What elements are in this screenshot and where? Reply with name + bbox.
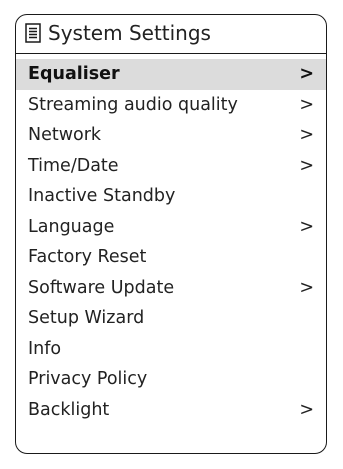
menu-item-time-date[interactable]: Time/Date > bbox=[16, 151, 326, 182]
screen-header: System Settings bbox=[16, 15, 326, 54]
menu-item-label: Software Update bbox=[28, 277, 175, 298]
menu-item-network[interactable]: Network > bbox=[16, 120, 326, 151]
submenu-arrow-icon: > bbox=[299, 64, 314, 84]
submenu-arrow-icon: > bbox=[299, 277, 314, 298]
menu-item-setup-wizard[interactable]: Setup Wizard bbox=[16, 303, 326, 334]
menu-item-label: Setup Wizard bbox=[28, 308, 145, 328]
menu-item-language[interactable]: Language > bbox=[16, 212, 326, 243]
menu-item-factory-reset[interactable]: Factory Reset bbox=[16, 242, 326, 273]
menu-item-label: Streaming audio quality bbox=[28, 94, 238, 115]
menu-item-label: Language bbox=[28, 216, 115, 237]
submenu-arrow-icon: > bbox=[299, 399, 314, 420]
menu-item-privacy-policy[interactable]: Privacy Policy bbox=[16, 364, 326, 395]
menu-item-equaliser[interactable]: Equaliser > bbox=[16, 59, 326, 90]
menu-item-label: Info bbox=[28, 338, 62, 359]
menu-item-label: Equaliser bbox=[28, 64, 120, 84]
submenu-arrow-icon: > bbox=[299, 125, 314, 145]
menu-item-label: Time/Date bbox=[28, 155, 119, 176]
menu-item-info[interactable]: Info bbox=[16, 334, 326, 365]
submenu-arrow-icon: > bbox=[299, 94, 314, 115]
menu-item-backlight[interactable]: Backlight > bbox=[16, 395, 326, 426]
page-title: System Settings bbox=[48, 21, 211, 45]
menu-item-label: Factory Reset bbox=[28, 247, 147, 267]
list-document-icon bbox=[25, 23, 41, 43]
display-frame: System Settings Equaliser > Streaming au… bbox=[15, 14, 327, 454]
menu-item-label: Network bbox=[28, 125, 102, 145]
menu-item-streaming-audio-quality[interactable]: Streaming audio quality > bbox=[16, 90, 326, 121]
menu-item-inactive-standby[interactable]: Inactive Standby bbox=[16, 181, 326, 212]
menu-item-label: Backlight bbox=[28, 399, 110, 420]
menu-item-software-update[interactable]: Software Update > bbox=[16, 273, 326, 304]
submenu-arrow-icon: > bbox=[299, 216, 314, 237]
settings-menu: Equaliser > Streaming audio quality > Ne… bbox=[16, 59, 326, 425]
menu-item-label: Privacy Policy bbox=[28, 369, 148, 389]
submenu-arrow-icon: > bbox=[299, 155, 314, 176]
menu-item-label: Inactive Standby bbox=[28, 186, 176, 206]
